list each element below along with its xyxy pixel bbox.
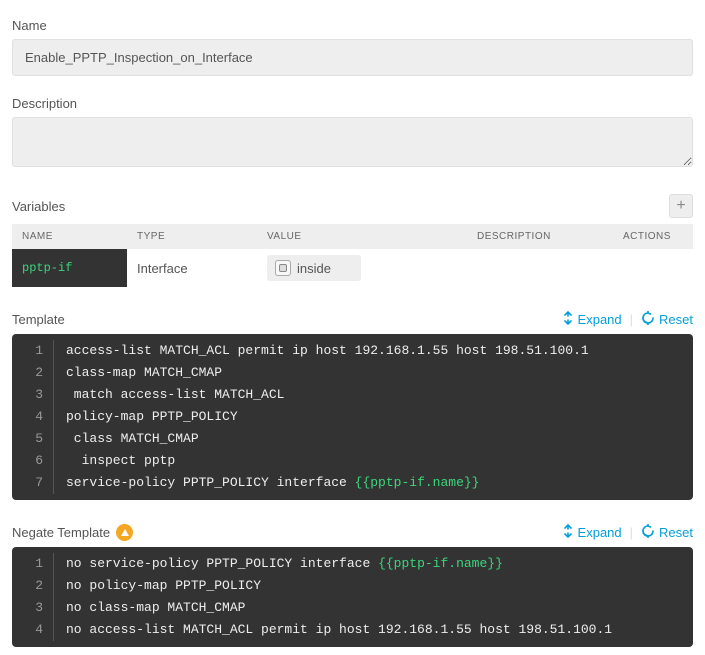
col-type: TYPE (127, 224, 257, 249)
code-text: policy-map PPTP_POLICY (66, 406, 238, 428)
code-line: 1 no service-policy PPTP_POLICY interface… (12, 553, 693, 575)
expand-icon (562, 524, 574, 541)
expand-label: Expand (578, 312, 622, 327)
variables-label: Variables (12, 199, 65, 214)
name-label: Name (12, 18, 693, 33)
expand-icon (562, 311, 574, 328)
code-line: 1 access-list MATCH_ACL permit ip host 19… (12, 340, 693, 362)
table-row: pptp-if Interface inside (12, 249, 693, 287)
code-line: 3 no class-map MATCH_CMAP (12, 597, 693, 619)
code-line: 3 match access-list MATCH_ACL (12, 384, 693, 406)
template-expand-button[interactable]: Expand (562, 311, 622, 328)
description-label: Description (12, 96, 693, 111)
reset-icon (641, 524, 655, 541)
line-number: 4 (12, 406, 54, 428)
negate-label-text: Negate Template (12, 525, 110, 540)
code-text: inspect pptp (66, 450, 175, 472)
name-input[interactable] (12, 39, 693, 76)
divider: | (630, 525, 633, 540)
var-actions-cell (613, 249, 693, 287)
line-number: 1 (12, 340, 54, 362)
negate-reset-button[interactable]: Reset (641, 524, 693, 541)
template-label: Template (12, 312, 65, 327)
line-number: 6 (12, 450, 54, 472)
var-type-cell: Interface (127, 249, 257, 287)
warning-icon (116, 524, 133, 541)
template-variable: {{pptp-if.name}} (355, 475, 480, 490)
reset-label: Reset (659, 525, 693, 540)
col-actions: ACTIONS (613, 224, 693, 249)
divider: | (630, 312, 633, 327)
description-input[interactable] (12, 117, 693, 167)
plus-icon: + (676, 197, 685, 215)
code-text: access-list MATCH_ACL permit ip host 192… (66, 340, 589, 362)
template-editor[interactable]: 1 access-list MATCH_ACL permit ip host 19… (12, 334, 693, 500)
reset-icon (641, 311, 655, 328)
add-variable-button[interactable]: + (669, 194, 693, 218)
var-value-cell: inside (257, 249, 467, 287)
line-number: 4 (12, 619, 54, 641)
code-text: no service-policy PPTP_POLICY interface … (66, 553, 503, 575)
interface-icon (275, 260, 291, 276)
code-line: 7 service-policy PPTP_POLICY interface {{… (12, 472, 693, 494)
col-description: DESCRIPTION (467, 224, 613, 249)
value-chip[interactable]: inside (267, 255, 361, 281)
line-number: 7 (12, 472, 54, 494)
code-text: match access-list MATCH_ACL (66, 384, 284, 406)
code-line: 2 no policy-map PPTP_POLICY (12, 575, 693, 597)
var-desc-cell (467, 249, 613, 287)
value-chip-text: inside (297, 261, 331, 276)
negate-expand-button[interactable]: Expand (562, 524, 622, 541)
line-number: 5 (12, 428, 54, 450)
line-number: 3 (12, 384, 54, 406)
variables-table: NAME TYPE VALUE DESCRIPTION ACTIONS pptp… (12, 224, 693, 287)
code-text: no access-list MATCH_ACL permit ip host … (66, 619, 612, 641)
col-name: NAME (12, 224, 127, 249)
code-text: class MATCH_CMAP (66, 428, 199, 450)
var-name-cell: pptp-if (12, 249, 127, 287)
code-line: 4 no access-list MATCH_ACL permit ip host… (12, 619, 693, 641)
code-text: service-policy PPTP_POLICY interface {{p… (66, 472, 479, 494)
line-number: 2 (12, 575, 54, 597)
negate-template-label: Negate Template (12, 524, 133, 541)
line-number: 3 (12, 597, 54, 619)
expand-label: Expand (578, 525, 622, 540)
negate-template-editor[interactable]: 1 no service-policy PPTP_POLICY interface… (12, 547, 693, 647)
line-number: 1 (12, 553, 54, 575)
code-text: no policy-map PPTP_POLICY (66, 575, 261, 597)
template-reset-button[interactable]: Reset (641, 311, 693, 328)
template-variable: {{pptp-if.name}} (378, 556, 503, 571)
code-text: class-map MATCH_CMAP (66, 362, 222, 384)
code-line: 2 class-map MATCH_CMAP (12, 362, 693, 384)
reset-label: Reset (659, 312, 693, 327)
col-value: VALUE (257, 224, 467, 249)
code-line: 6 inspect pptp (12, 450, 693, 472)
code-line: 5 class MATCH_CMAP (12, 428, 693, 450)
code-line: 4 policy-map PPTP_POLICY (12, 406, 693, 428)
code-text: no class-map MATCH_CMAP (66, 597, 245, 619)
line-number: 2 (12, 362, 54, 384)
